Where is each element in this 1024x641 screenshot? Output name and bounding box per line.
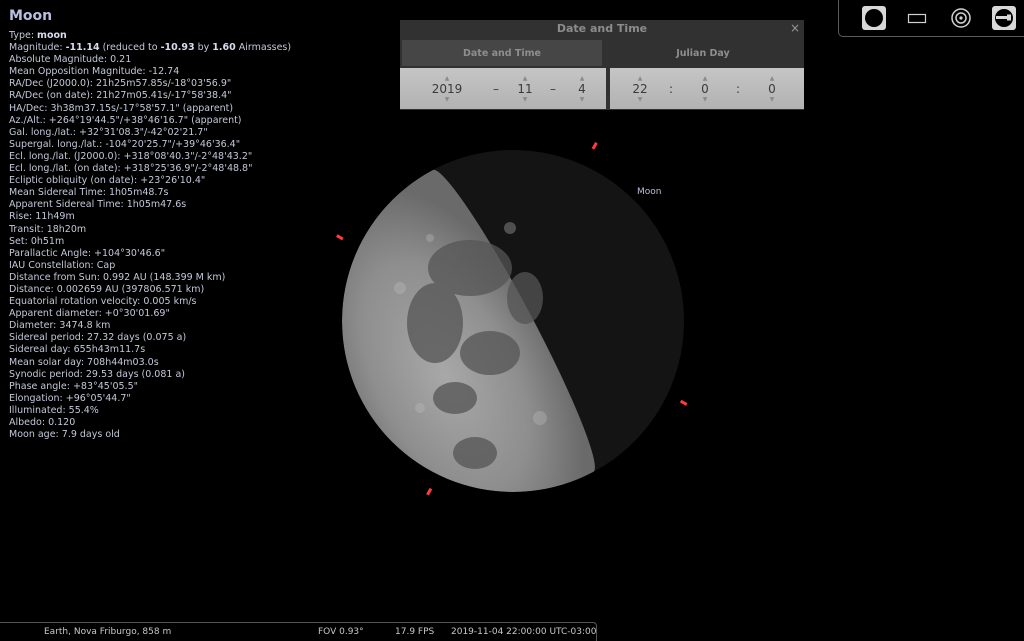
info-line: Transit: 18h20m [9,223,87,235]
year-down-icon[interactable]: ▼ [445,96,450,103]
date-separator: – [550,82,556,96]
tab-date-and-time[interactable]: Date and Time [402,40,602,66]
info-line: Diameter: 3474.8 km [9,320,111,332]
hour-down-icon[interactable]: ▼ [638,96,643,103]
info-line: Distance: 0.002659 AU (397806.571 km) [9,283,205,295]
magnitude-label: Magnitude: [9,42,66,54]
window-title: Date and Time [556,22,648,35]
info-line: Ecliptic obliquity (on date): +23°26'10.… [9,175,206,187]
moon-sky-label[interactable]: Moon [637,187,661,197]
datetime-label[interactable]: 2019-11-04 22:00:00 UTC-03:00 [451,627,596,637]
month-down-icon[interactable]: ▼ [523,96,528,103]
telescope-icon[interactable] [992,6,1016,30]
time-spinner-panel: ▲ 22 ▼ : ▲ 0 ▼ : ▲ 0 ▼ [610,68,804,109]
date-spinner-panel: ▲ 2019 ▼ – ▲ 11 ▼ – ▲ 4 ▼ [400,68,606,109]
info-line: Apparent Sidereal Time: 1h05m47.6s [9,199,187,211]
second-value[interactable]: 0 [768,82,776,96]
magnitude-suffix: Airmasses) [235,42,292,54]
info-line: Elongation: +96°05'44.7" [9,392,131,404]
info-line: Distance from Sun: 0.992 AU (148.399 M k… [9,271,226,283]
hour-spinbox[interactable]: ▲ 22 ▼ [625,68,655,109]
info-line: Mean Sidereal Time: 1h05m48.7s [9,187,169,199]
minute-spinbox[interactable]: ▲ 0 ▼ [690,68,720,109]
info-line: Mean Opposition Magnitude: -12.74 [9,66,180,78]
fov-label: FOV 0.93° [318,627,364,637]
info-line: Ecl. long./lat. (on date): +318°25'36.9"… [9,163,253,175]
object-title: Moon [9,8,53,24]
type-line: Type: moon [9,30,339,42]
rectangle-icon[interactable] [905,6,929,30]
info-line: Gal. long./lat.: +32°31'08.3"/-42°02'21.… [9,126,208,138]
minute-down-icon[interactable]: ▼ [703,96,708,103]
info-line: Az./Alt.: +264°19'44.5"/+38°46'16.7" (ap… [9,114,242,126]
info-line: HA/Dec: 3h38m37.15s/-17°58'57.1" (appare… [9,102,234,114]
close-icon[interactable]: × [790,21,800,35]
hour-up-icon[interactable]: ▲ [638,75,643,82]
info-line: Phase angle: +83°45'05.5" [9,380,138,392]
info-line: RA/Dec (J2000.0): 21h25m57.85s/-18°03'56… [9,78,232,90]
moon-graphic [342,150,684,492]
info-line: Illuminated: 55.4% [9,404,99,416]
time-separator: : [669,82,674,96]
magnitude-reduced: -10.93 [160,42,195,54]
fps-label: 17.9 FPS [395,627,435,637]
magnitude-line: Magnitude: -11.14 (reduced to -10.93 by … [9,42,339,54]
info-line: Apparent diameter: +0°30'01.69" [9,308,170,320]
day-up-icon[interactable]: ▲ [580,75,585,82]
info-line: Equatorial rotation velocity: 0.005 km/s [9,296,197,308]
date-separator: – [493,82,499,96]
minute-up-icon[interactable]: ▲ [703,75,708,82]
type-value: moon [37,30,67,41]
date-time-window[interactable]: Date and Time × Date and Time Julian Day… [400,20,804,110]
year-value[interactable]: 2019 [432,82,463,96]
info-line: Moon age: 7.9 days old [9,429,120,441]
tab-julian-day[interactable]: Julian Day [604,40,802,66]
hour-value[interactable]: 22 [632,82,647,96]
info-line: RA/Dec (on date): 21h27m05.41s/-17°58'38… [9,90,232,102]
info-line: Synodic period: 29.53 days (0.081 a) [9,368,185,380]
bottom-status-bar: Earth, Nova Friburgo, 858 m FOV 0.93° 17… [0,622,597,641]
info-line: Ecl. long./lat. (J2000.0): +318°08'40.3"… [9,150,253,162]
type-label: Type: [9,30,38,41]
info-line: IAU Constellation: Cap [9,259,116,271]
location-label[interactable]: Earth, Nova Friburgo, 858 m [44,627,171,637]
second-up-icon[interactable]: ▲ [770,75,775,82]
magnitude-value: -11.14 [65,42,100,54]
top-right-toolbar [838,0,1024,37]
info-line: Rise: 11h49m [9,211,75,223]
day-spinbox[interactable]: ▲ 4 ▼ [567,68,597,109]
info-lines: Absolute Magnitude: 0.21 Mean Opposition … [9,54,339,441]
target-icon[interactable] [949,6,973,30]
magnitude-mid: (reduced to [99,42,161,54]
year-spinbox[interactable]: ▲ 2019 ▼ [422,68,472,109]
magnitude-airmass: 1.60 [212,42,236,54]
info-line: Set: 0h51m [9,235,65,247]
info-line: Absolute Magnitude: 0.21 [9,54,132,66]
info-line: Parallactic Angle: +104°30'46.6" [9,247,166,259]
info-line: Mean solar day: 708h44m03.0s [9,356,159,368]
info-line: Supergal. long./lat.: -104°20'25.7"/+39°… [9,138,241,150]
info-line: Sidereal day: 655h43m11.7s [9,344,146,356]
month-spinbox[interactable]: ▲ 11 ▼ [510,68,540,109]
second-down-icon[interactable]: ▼ [770,96,775,103]
moon-disk[interactable] [340,148,686,494]
time-separator: : [736,82,741,96]
year-up-icon[interactable]: ▲ [445,75,450,82]
moon-icon[interactable] [862,6,886,30]
info-line: Albedo: 0.120 [9,417,76,428]
second-spinbox[interactable]: ▲ 0 ▼ [757,68,787,109]
minute-value[interactable]: 0 [701,82,709,96]
object-info-panel: Moon Type: moon Magnitude: -11.14 (reduc… [9,8,339,441]
magnitude-by: by [194,42,213,54]
day-down-icon[interactable]: ▼ [580,96,585,103]
month-value[interactable]: 11 [517,82,532,96]
info-line: Sidereal period: 27.32 days (0.075 a) [9,332,187,344]
month-up-icon[interactable]: ▲ [523,75,528,82]
day-value[interactable]: 4 [578,82,586,96]
